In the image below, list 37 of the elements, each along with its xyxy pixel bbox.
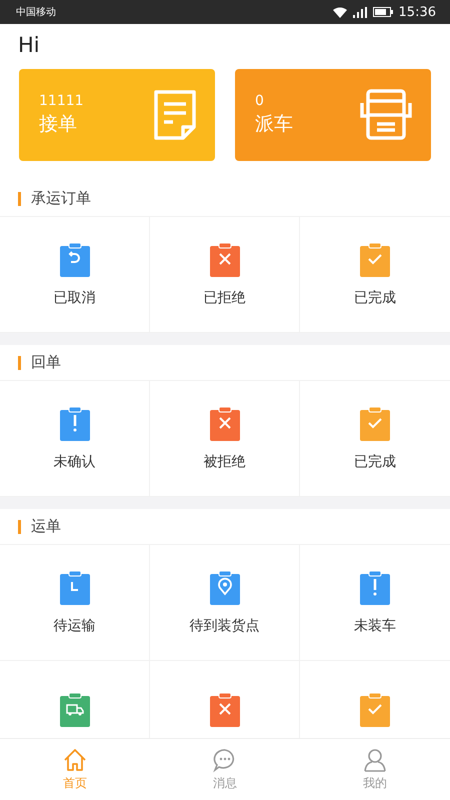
card-count: 0	[255, 93, 265, 109]
grid-tile[interactable]: 已拒绝	[150, 217, 300, 333]
accent-bar	[18, 192, 21, 206]
carrier-name: 中国移动	[16, 6, 56, 19]
tile-label: 已取消	[54, 288, 96, 306]
battery-icon	[372, 7, 393, 17]
home-icon	[62, 747, 88, 773]
grid-tile[interactable]: 已取消	[0, 217, 150, 333]
tile-label: 已完成	[354, 452, 396, 470]
clock-time: 15:36	[398, 4, 436, 20]
card-count: 11111	[39, 93, 84, 109]
tile-label: 被拒绝	[204, 452, 246, 470]
bus-icon	[359, 88, 413, 142]
card-label: 接单	[39, 112, 78, 137]
accent-bar	[18, 356, 21, 370]
grid-tile[interactable]: 被拒绝	[150, 381, 300, 497]
document-icon	[153, 89, 197, 141]
card-label: 派车	[255, 112, 293, 137]
grid-tile[interactable]: 未确认	[0, 381, 150, 497]
grid-tile[interactable]: 待到装货点	[150, 545, 300, 661]
grid-tile[interactable]: 已完成	[300, 217, 450, 333]
tile-label: 已完成	[354, 288, 396, 306]
grid-tile[interactable]: 未装车	[300, 545, 450, 661]
tile-label: 已拒绝	[204, 288, 246, 306]
accent-bar	[18, 520, 21, 534]
person-icon	[362, 747, 388, 773]
section-title: 回单	[31, 353, 61, 372]
tile-label: 未装车	[354, 616, 396, 634]
tile-label: 待到装货点	[190, 616, 260, 634]
section-title: 运单	[31, 517, 61, 536]
grid-tile[interactable]: 待运输	[0, 545, 150, 661]
wifi-icon	[332, 6, 347, 18]
tile-label: 待运输	[54, 616, 96, 634]
section-title: 承运订单	[31, 189, 91, 208]
grid-tile[interactable]: 已完成	[300, 381, 450, 497]
tile-label: 未确认	[54, 452, 96, 470]
signal-icon	[352, 6, 367, 18]
